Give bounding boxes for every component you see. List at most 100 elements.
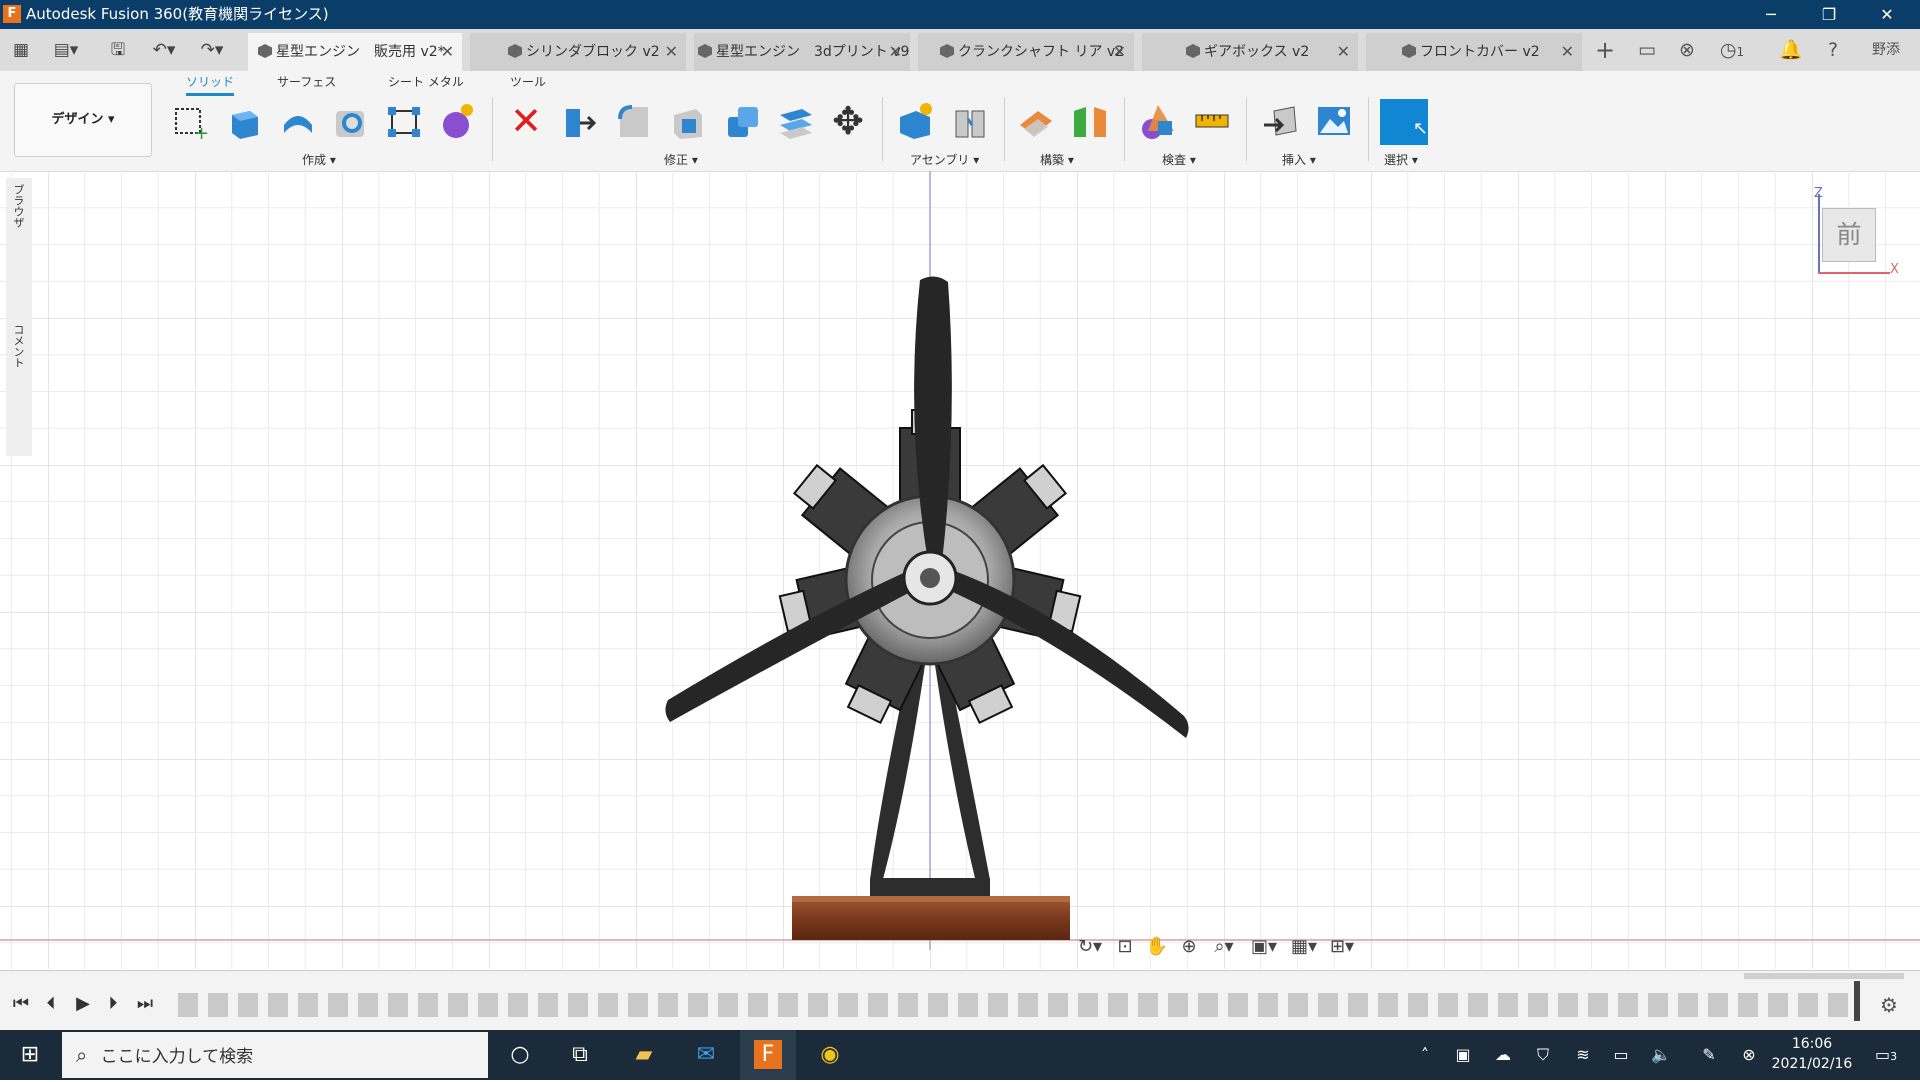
tab-sheet-metal[interactable]: シート メタル <box>388 73 464 90</box>
pen-icon[interactable]: ✎ <box>1694 1030 1724 1080</box>
timeline-marker[interactable] <box>1854 981 1860 1021</box>
fusion-taskbar-icon[interactable]: F <box>740 1030 796 1080</box>
notification-bell-icon[interactable]: 🔔 <box>1776 37 1806 63</box>
fit-zoom-icon[interactable]: ⌕▾ <box>1206 933 1242 961</box>
combine-icon[interactable] <box>722 101 762 141</box>
workspace-switcher[interactable]: デザイン ▾ <box>14 83 152 157</box>
volume-icon[interactable]: 🔈 <box>1646 1030 1676 1080</box>
timeline-scrollbar[interactable] <box>1744 973 1904 979</box>
hole-icon[interactable] <box>330 101 370 141</box>
offset-face-icon[interactable] <box>776 101 816 141</box>
group-construct-label[interactable]: 構築 ▾ <box>1040 151 1074 168</box>
press-pull-icon[interactable] <box>560 101 600 141</box>
restore-button[interactable]: ❐ <box>1806 0 1852 29</box>
timeline-next-icon[interactable]: ⏵ <box>102 993 124 1015</box>
timeline-end-icon[interactable]: ⏭ <box>134 993 156 1015</box>
pattern-icon[interactable] <box>384 101 424 141</box>
insert-derive-icon[interactable] <box>1260 101 1300 141</box>
doc-tab-active[interactable]: 星型エンジン 販売用 v2* ✕ <box>248 33 462 71</box>
insert-canvas-icon[interactable] <box>1314 101 1354 141</box>
timeline-start-icon[interactable]: ⏮ <box>10 993 32 1015</box>
revolve-icon[interactable] <box>278 101 318 141</box>
timeline-previous-icon[interactable]: ⏴ <box>40 993 62 1015</box>
mail-icon[interactable]: ✉ <box>678 1030 734 1080</box>
tab-solid[interactable]: ソリッド <box>186 73 235 96</box>
tab-surface[interactable]: サーフェス <box>277 73 336 90</box>
chrome-icon[interactable]: ◉ <box>802 1030 858 1080</box>
security-icon[interactable]: ⛉ <box>1528 1030 1558 1080</box>
new-component-icon[interactable] <box>896 101 936 141</box>
measure-icon[interactable] <box>1192 101 1232 141</box>
close-icon[interactable]: ✕ <box>889 33 902 71</box>
timeline-play-icon[interactable]: ▶ <box>72 993 94 1015</box>
comment-icon[interactable]: ▭ <box>1632 37 1662 63</box>
move-copy-icon[interactable]: ✥ <box>828 101 868 141</box>
offset-plane-icon[interactable] <box>1016 101 1056 141</box>
viewports-icon[interactable]: ⊞▾ <box>1324 933 1360 961</box>
view-cube[interactable]: 前 <box>1822 208 1876 262</box>
browser-panel-toggle[interactable]: ブラウザ <box>10 184 26 228</box>
orbit-icon[interactable]: ↻▾ <box>1072 933 1108 961</box>
look-at-icon[interactable]: ⊡ <box>1110 933 1140 961</box>
taskbar-search-box[interactable]: ⌕ ここに入力して検索 <box>62 1032 488 1078</box>
task-view-icon[interactable]: ⧉ <box>552 1030 608 1080</box>
windows-start-icon[interactable]: ⊞ <box>2 1030 58 1080</box>
close-circle-icon[interactable]: ⊗ <box>1734 1030 1764 1080</box>
joint-icon[interactable] <box>950 101 990 141</box>
pan-hand-icon[interactable]: ✋ <box>1142 933 1172 961</box>
doc-tab[interactable]: クランクシャフト リア v2 ✕ <box>918 33 1134 71</box>
help-icon[interactable]: ? <box>1818 37 1848 63</box>
wifi-icon[interactable]: ≋ <box>1568 1030 1598 1080</box>
doc-tab[interactable]: 星型エンジン 3dプリント v9 ✕ <box>694 33 910 71</box>
tray-overflow-icon[interactable]: ˄ <box>1410 1030 1440 1080</box>
minimize-button[interactable]: ─ <box>1748 0 1794 29</box>
group-inspect-label[interactable]: 検査 ▾ <box>1162 151 1196 168</box>
app-grid-icon[interactable]: ▦ <box>6 37 36 63</box>
close-icon[interactable]: ✕ <box>1113 33 1126 71</box>
file-explorer-icon[interactable]: ▰ <box>616 1030 672 1080</box>
fillet-icon[interactable] <box>614 101 654 141</box>
close-icon[interactable]: ✕ <box>1337 33 1350 71</box>
onedrive-cloud-icon[interactable]: ☁ <box>1488 1030 1518 1080</box>
close-icon[interactable]: ✕ <box>665 33 678 71</box>
group-select-label[interactable]: 選択 ▾ <box>1384 151 1418 168</box>
doc-tab[interactable]: シリンダブロック v2 ✕ <box>470 33 686 71</box>
doc-tab[interactable]: ギアボックス v2 ✕ <box>1142 33 1358 71</box>
interference-icon[interactable] <box>1138 101 1178 141</box>
timeline-features-strip[interactable] <box>178 993 1858 1017</box>
cortana-circle-icon[interactable]: ○ <box>492 1030 548 1080</box>
timeline-settings-gear-icon[interactable]: ⚙ <box>1880 993 1898 1017</box>
undo-icon[interactable]: ↶▾ <box>144 37 184 63</box>
extrude-icon[interactable] <box>224 101 264 141</box>
shell-icon[interactable] <box>668 101 708 141</box>
close-window-button[interactable]: ✕ <box>1864 0 1910 29</box>
display-settings-icon[interactable]: ▣▾ <box>1246 933 1282 961</box>
extensions-icon[interactable]: ⊗ <box>1672 37 1702 63</box>
midplane-icon[interactable] <box>1070 101 1110 141</box>
file-menu-icon[interactable]: ▤▾ <box>46 37 86 63</box>
user-name[interactable]: 野添 <box>1866 37 1906 63</box>
redo-icon[interactable]: ↷▾ <box>192 37 232 63</box>
close-icon[interactable]: ✕ <box>441 33 454 71</box>
action-center-icon[interactable]: ▭3 <box>1866 1030 1906 1080</box>
taskbar-clock[interactable]: 16:06 2021/02/16 <box>1766 1034 1858 1074</box>
close-icon[interactable]: ✕ <box>1561 33 1574 71</box>
job-status-icon[interactable]: ◷1 <box>1712 37 1752 63</box>
group-create-label[interactable]: 作成 ▾ <box>302 151 336 168</box>
group-insert-label[interactable]: 挿入 ▾ <box>1282 151 1316 168</box>
comments-panel-toggle[interactable]: コメント <box>10 324 26 368</box>
tab-tools[interactable]: ツール <box>510 73 546 90</box>
battery-icon[interactable]: ▭ <box>1606 1030 1636 1080</box>
meet-now-icon[interactable]: ▣ <box>1448 1030 1478 1080</box>
grid-settings-icon[interactable]: ▦▾ <box>1286 933 1322 961</box>
group-assembly-label[interactable]: アセンブリ ▾ <box>910 151 979 168</box>
doc-tab[interactable]: フロントカバー v2 ✕ <box>1366 33 1582 71</box>
delete-icon[interactable]: ✕ <box>506 101 546 141</box>
group-modify-label[interactable]: 修正 ▾ <box>664 151 698 168</box>
new-tab-plus-icon[interactable]: + <box>1590 37 1620 63</box>
create-sketch-icon[interactable]: + <box>170 101 210 141</box>
create-form-icon[interactable] <box>436 101 476 141</box>
select-icon[interactable]: ↖ <box>1380 99 1428 145</box>
zoom-icon[interactable]: ⊕ <box>1174 933 1204 961</box>
save-icon[interactable]: 🖫 <box>104 37 132 63</box>
